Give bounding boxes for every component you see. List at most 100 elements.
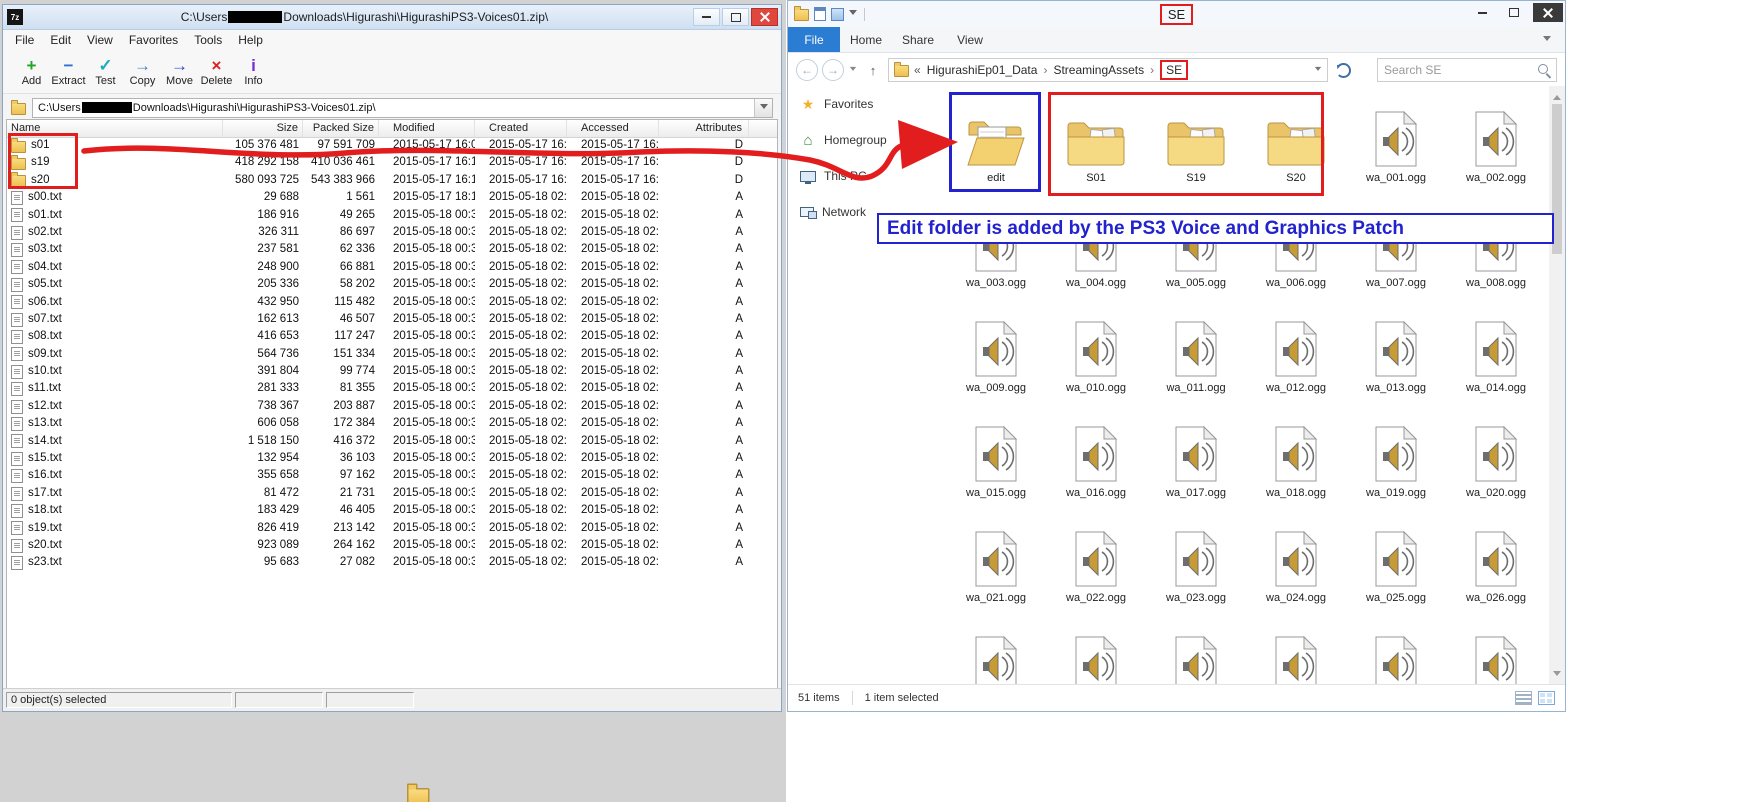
file-item-wa_018[interactable]: wa_018.ogg bbox=[1246, 411, 1346, 516]
table-row[interactable]: s03.txt237 58162 3362015-05-18 00:322015… bbox=[7, 241, 777, 258]
file-item-wa_019[interactable]: wa_019.ogg bbox=[1346, 411, 1446, 516]
file-item-wa_023[interactable]: wa_023.ogg bbox=[1146, 516, 1246, 621]
column-header-size[interactable]: Size bbox=[223, 120, 303, 137]
menu-item-help[interactable]: Help bbox=[230, 31, 271, 49]
table-row[interactable]: s17.txt81 47221 7312015-05-18 00:322015-… bbox=[7, 485, 777, 502]
address-bar[interactable]: C:\UsersDownloads\Higurashi\HigurashiPS3… bbox=[32, 98, 773, 118]
search-input[interactable] bbox=[1378, 59, 1556, 81]
table-row[interactable]: s16.txt355 65897 1622015-05-18 00:322015… bbox=[7, 467, 777, 484]
table-row[interactable]: s10.txt391 80499 7742015-05-18 00:322015… bbox=[7, 363, 777, 380]
file-item-wa_021[interactable]: wa_021.ogg bbox=[946, 516, 1046, 621]
menu-item-favorites[interactable]: Favorites bbox=[121, 31, 186, 49]
menu-item-tools[interactable]: Tools bbox=[186, 31, 230, 49]
tab-home[interactable]: Home bbox=[840, 27, 892, 52]
up-button[interactable] bbox=[862, 59, 884, 81]
address-dropdown-icon[interactable] bbox=[1315, 66, 1321, 73]
file-item-wa_003[interactable]: wa_003.ogg bbox=[946, 201, 1046, 306]
forward-button[interactable] bbox=[822, 59, 844, 81]
file-item-partial[interactable] bbox=[1046, 621, 1146, 685]
address-bar[interactable]: «HigurashiEp01_Data›StreamingAssets›SE bbox=[888, 58, 1328, 82]
menu-item-edit[interactable]: Edit bbox=[42, 31, 79, 49]
table-row[interactable]: s07.txt162 61346 5072015-05-18 00:322015… bbox=[7, 311, 777, 328]
table-row[interactable]: s09.txt564 736151 3342015-05-18 00:32201… bbox=[7, 346, 777, 363]
file-item-wa_026[interactable]: wa_026.ogg bbox=[1446, 516, 1546, 621]
file-item-wa_017[interactable]: wa_017.ogg bbox=[1146, 411, 1246, 516]
file-item-wa_022[interactable]: wa_022.ogg bbox=[1046, 516, 1146, 621]
file-item-wa_001[interactable]: wa_001.ogg bbox=[1346, 96, 1446, 201]
menu-item-view[interactable]: View bbox=[79, 31, 121, 49]
close-button[interactable] bbox=[751, 8, 778, 26]
table-row[interactable]: s11.txt281 33381 3552015-05-18 00:322015… bbox=[7, 380, 777, 397]
table-row[interactable]: s13.txt606 058172 3842015-05-18 00:32201… bbox=[7, 415, 777, 432]
scroll-up-icon[interactable] bbox=[1553, 91, 1561, 100]
file-item-wa_013[interactable]: wa_013.ogg bbox=[1346, 306, 1446, 411]
table-row[interactable]: s19418 292 158410 036 4612015-05-17 16:1… bbox=[7, 154, 777, 171]
file-item-wa_011[interactable]: wa_011.ogg bbox=[1146, 306, 1246, 411]
toolbar-copy-button[interactable]: →Copy bbox=[124, 51, 161, 93]
table-row[interactable]: s08.txt416 653117 2472015-05-18 00:32201… bbox=[7, 328, 777, 345]
table-row[interactable]: s02.txt326 31186 6972015-05-18 00:322015… bbox=[7, 224, 777, 241]
file-item-wa_014[interactable]: wa_014.ogg bbox=[1446, 306, 1546, 411]
column-header-name[interactable]: Name bbox=[7, 120, 223, 137]
tab-view[interactable]: View bbox=[944, 27, 996, 52]
file-item-wa_024[interactable]: wa_024.ogg bbox=[1246, 516, 1346, 621]
file-item-wa_010[interactable]: wa_010.ogg bbox=[1046, 306, 1146, 411]
vertical-scrollbar[interactable] bbox=[1549, 86, 1565, 685]
table-row[interactable]: s18.txt183 42946 4052015-05-18 00:322015… bbox=[7, 502, 777, 519]
tab-share[interactable]: Share bbox=[892, 27, 944, 52]
table-row[interactable]: s12.txt738 367203 8872015-05-18 00:32201… bbox=[7, 398, 777, 415]
table-row[interactable]: s04.txt248 90066 8812015-05-18 00:322015… bbox=[7, 259, 777, 276]
qat-customize-chevron-icon[interactable] bbox=[849, 10, 857, 19]
file-item-wa_016[interactable]: wa_016.ogg bbox=[1046, 411, 1146, 516]
breadcrumb-item-higurashiep01_data[interactable]: HigurashiEp01_Data bbox=[927, 63, 1038, 77]
toolbar-delete-button[interactable]: ×Delete bbox=[198, 51, 235, 93]
file-item-partial[interactable] bbox=[1146, 621, 1246, 685]
sidebar-item-this-pc[interactable]: This PC bbox=[788, 158, 946, 194]
file-item-wa_025[interactable]: wa_025.ogg bbox=[1346, 516, 1446, 621]
address-dropdown-button[interactable] bbox=[754, 99, 772, 117]
explorer-titlebar[interactable]: SE bbox=[788, 1, 1565, 27]
file-item-partial[interactable] bbox=[1246, 621, 1346, 685]
file-item-wa_005[interactable]: wa_005.ogg bbox=[1146, 201, 1246, 306]
toolbar-add-button[interactable]: +Add bbox=[13, 51, 50, 93]
column-header-attributes[interactable]: Attributes bbox=[659, 120, 749, 137]
folder-item-s19[interactable]: S19 bbox=[1146, 96, 1246, 201]
minimize-button[interactable] bbox=[693, 8, 720, 26]
sidebar-item-favorites[interactable]: Favorites bbox=[788, 86, 946, 122]
file-item-wa_012[interactable]: wa_012.ogg bbox=[1246, 306, 1346, 411]
table-row[interactable]: s01105 376 48197 591 7092015-05-17 16:08… bbox=[7, 137, 777, 154]
table-row[interactable]: s05.txt205 33658 2022015-05-18 00:322015… bbox=[7, 276, 777, 293]
view-details-icon[interactable] bbox=[1515, 691, 1532, 705]
tab-file[interactable]: File bbox=[788, 27, 840, 52]
table-row[interactable]: s14.txt1 518 150416 3722015-05-18 00:322… bbox=[7, 433, 777, 450]
table-row[interactable]: s01.txt186 91649 2652015-05-18 00:322015… bbox=[7, 207, 777, 224]
sidebar-item-network[interactable]: Network bbox=[788, 194, 946, 230]
close-button[interactable] bbox=[1533, 3, 1563, 22]
file-item-wa_009[interactable]: wa_009.ogg bbox=[946, 306, 1046, 411]
column-header-accessed[interactable]: Accessed bbox=[567, 120, 659, 137]
table-row[interactable]: s20.txt923 089264 1622015-05-18 00:32201… bbox=[7, 537, 777, 554]
file-item-partial[interactable] bbox=[1346, 621, 1446, 685]
7zip-titlebar[interactable]: 7z C:\UsersDownloads\Higurashi\Higurashi… bbox=[3, 5, 781, 30]
table-row[interactable]: s06.txt432 950115 4822015-05-18 00:32201… bbox=[7, 294, 777, 311]
maximize-button[interactable] bbox=[722, 8, 749, 26]
recent-locations-chevron-icon[interactable] bbox=[850, 66, 856, 73]
column-header-created[interactable]: Created bbox=[475, 120, 567, 137]
toolbar-extract-button[interactable]: −Extract bbox=[50, 51, 87, 93]
qat-new-folder-icon[interactable] bbox=[831, 8, 844, 21]
column-header-modified[interactable]: Modified bbox=[379, 120, 475, 137]
table-row[interactable]: s15.txt132 95436 1032015-05-18 00:322015… bbox=[7, 450, 777, 467]
breadcrumb-item-streamingassets[interactable]: StreamingAssets bbox=[1053, 63, 1144, 77]
back-button[interactable] bbox=[796, 59, 818, 81]
table-row[interactable]: s20580 093 725543 383 9662015-05-17 16:1… bbox=[7, 172, 777, 189]
file-item-partial[interactable] bbox=[946, 621, 1046, 685]
file-item-partial[interactable] bbox=[1446, 621, 1546, 685]
maximize-button[interactable] bbox=[1501, 3, 1527, 22]
view-thumbnails-icon[interactable] bbox=[1538, 691, 1555, 705]
ribbon-expand-chevron-icon[interactable] bbox=[1543, 36, 1551, 45]
taskbar-folder-icon[interactable] bbox=[407, 785, 430, 802]
breadcrumb-item-se[interactable]: SE bbox=[1160, 60, 1188, 80]
table-row[interactable]: s23.txt95 68327 0822015-05-18 00:322015-… bbox=[7, 554, 777, 571]
file-item-wa_004[interactable]: wa_004.ogg bbox=[1046, 201, 1146, 306]
table-row[interactable]: s19.txt826 419213 1422015-05-18 00:32201… bbox=[7, 520, 777, 537]
